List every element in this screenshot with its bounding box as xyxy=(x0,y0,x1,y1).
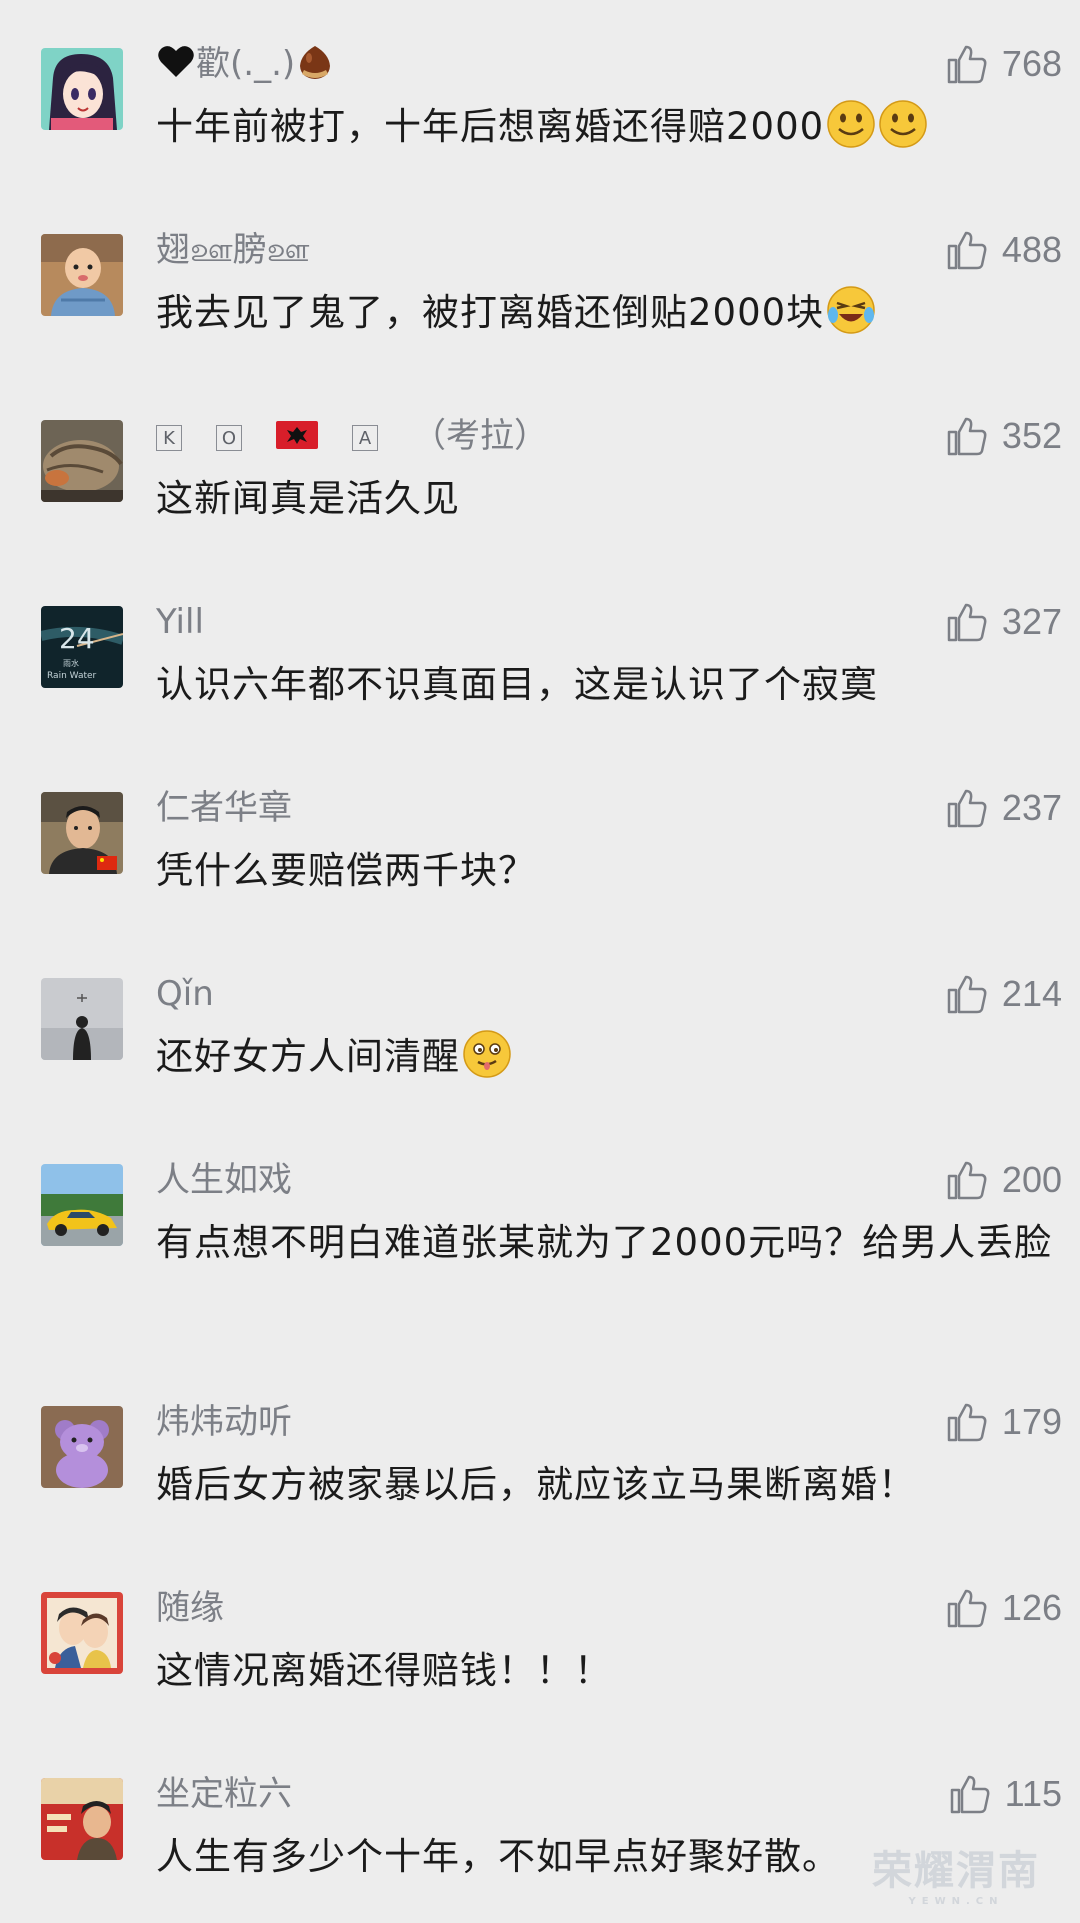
like-button[interactable]: 126 xyxy=(946,1584,1062,1632)
username[interactable]: Yill xyxy=(156,600,204,644)
thumb-up-icon xyxy=(950,1775,990,1814)
avatar[interactable] xyxy=(41,792,123,874)
comment-text: 我去见了鬼了，被打离婚还倒贴2000块 xyxy=(156,284,1056,342)
comment-item: 随缘 126 这情况离婚还得赔钱！！！ xyxy=(0,1544,1080,1730)
username[interactable]: 随缘 xyxy=(156,1586,224,1630)
avatar[interactable] xyxy=(41,420,123,502)
like-count: 488 xyxy=(1001,229,1062,270)
watermark: 荣耀渭南 YEWN.CN xyxy=(872,1848,1040,1907)
avatar[interactable] xyxy=(41,234,123,316)
thumb-up-icon xyxy=(947,45,987,84)
like-button[interactable]: 352 xyxy=(946,412,1062,460)
like-count: 327 xyxy=(1001,601,1062,642)
username[interactable]: Qǐn xyxy=(156,972,214,1016)
username[interactable]: K O A （考拉） xyxy=(156,414,548,458)
comment-item: 仁者华章 237 凭什么要赔偿两千块？ xyxy=(0,744,1080,930)
like-button[interactable]: 237 xyxy=(946,784,1062,832)
comment-text: 还好女方人间清醒 xyxy=(156,1028,1056,1086)
like-count: 352 xyxy=(1001,415,1062,456)
like-button[interactable]: 214 xyxy=(946,970,1062,1018)
avatar-cn-text: 雨水 xyxy=(63,658,79,668)
comment-text: 这新闻真是活久见 xyxy=(156,477,460,520)
thumb-up-icon xyxy=(947,975,987,1014)
username[interactable]: 仁者华章 xyxy=(156,786,292,830)
like-count: 126 xyxy=(1001,1587,1062,1628)
comment-text: 认识六年都不识真面目，这是认识了个寂寞 xyxy=(156,663,878,706)
smirk-emoji-icon xyxy=(462,1029,512,1079)
like-button[interactable]: 179 xyxy=(946,1398,1062,1446)
comment-text: 这情况离婚还得赔钱！！！ xyxy=(156,1649,612,1692)
avatar[interactable] xyxy=(41,1406,123,1488)
avatar[interactable] xyxy=(41,1778,123,1860)
comment-text: 十年前被打，十年后想离婚还得赔2000 xyxy=(156,98,1056,156)
like-button[interactable]: 488 xyxy=(946,226,1062,274)
like-count: 200 xyxy=(1001,1159,1062,1200)
like-count: 237 xyxy=(1001,787,1062,828)
avatar[interactable] xyxy=(41,978,123,1060)
like-button[interactable]: 327 xyxy=(946,598,1062,646)
laugh-cry-emoji-icon xyxy=(826,285,876,335)
thumb-up-icon xyxy=(947,603,987,642)
thumb-up-icon xyxy=(947,231,987,270)
like-button[interactable]: 115 xyxy=(949,1770,1062,1818)
smile-emoji-icon xyxy=(826,99,876,149)
chestnut-icon xyxy=(295,42,335,82)
username-letter: O xyxy=(216,425,242,451)
thumb-up-icon xyxy=(947,1403,987,1442)
avatar[interactable]: 24 雨水 Rain Water xyxy=(41,606,123,688)
avatar[interactable] xyxy=(41,1164,123,1246)
username[interactable]: 歡(._.) xyxy=(156,42,335,86)
username[interactable]: 坐定粒六 xyxy=(156,1772,292,1816)
albania-flag-icon xyxy=(276,416,318,449)
comment-item: 翅ஊ膀ஊ 488 我去见了鬼了，被打离婚还倒贴2000块 xyxy=(0,186,1080,372)
smile-emoji-icon xyxy=(878,99,928,149)
like-count: 115 xyxy=(1004,1773,1062,1814)
comment-text: 凭什么要赔偿两千块？ xyxy=(156,849,536,892)
username[interactable]: 翅ஊ膀ஊ xyxy=(156,228,310,272)
comment-item: 24 雨水 Rain Water Yill 327 认识六年都不识真面目，这是认… xyxy=(0,558,1080,744)
username-letter: A xyxy=(352,425,378,451)
comment-item: 歡(._.) 768 十年前被打，十年后想离婚还得赔2000 xyxy=(0,0,1080,186)
thumb-up-icon xyxy=(947,1589,987,1628)
username-letter: K xyxy=(156,425,182,451)
comment-text: 有点想不明白难道张某就为了2000元吗？给男人丢脸 xyxy=(156,1221,1053,1264)
username[interactable]: 人生如戏 xyxy=(156,1158,292,1202)
avatar-number: 24 xyxy=(59,622,95,655)
avatar-en-text: Rain Water xyxy=(47,671,97,681)
like-count: 214 xyxy=(1001,973,1062,1014)
like-count: 768 xyxy=(1001,43,1062,84)
like-button[interactable]: 200 xyxy=(946,1156,1062,1204)
like-button[interactable]: 768 xyxy=(946,40,1062,88)
avatar[interactable] xyxy=(41,48,123,130)
username[interactable]: 炜炜动听 xyxy=(156,1400,292,1444)
comment-text: 婚后女方被家暴以后，就应该立马果断离婚！ xyxy=(156,1463,916,1506)
thumb-up-icon xyxy=(947,789,987,828)
comment-item: K O A （考拉） 352 这新闻真是活久见 xyxy=(0,372,1080,558)
thumb-up-icon xyxy=(947,1161,987,1200)
comment-item: 炜炜动听 179 婚后女方被家暴以后，就应该立马果断离婚！ xyxy=(0,1358,1080,1544)
avatar[interactable] xyxy=(41,1592,123,1674)
comment-item: 人生如戏 200 有点想不明白难道张某就为了2000元吗？给男人丢脸 xyxy=(0,1116,1080,1356)
thumb-up-icon xyxy=(947,417,987,456)
black-heart-icon xyxy=(156,42,196,82)
comment-item: Qǐn 214 还好女方人间清醒 xyxy=(0,930,1080,1116)
like-count: 179 xyxy=(1001,1401,1062,1442)
